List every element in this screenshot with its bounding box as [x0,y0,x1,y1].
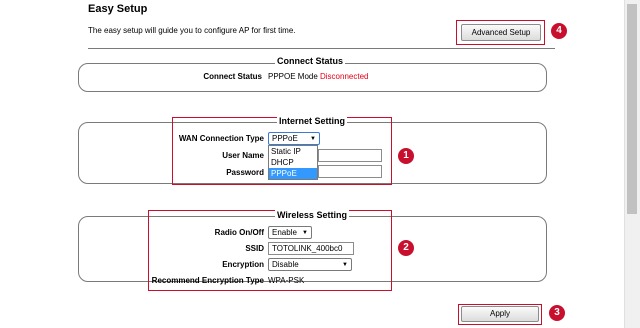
callout-badge-1: 1 [398,148,414,164]
radio-select[interactable]: Enable ▼ [268,226,312,239]
recommend-encryption-label: Recommend Encryption Type [151,276,264,285]
page-description: The easy setup will guide you to configu… [88,26,296,35]
callout-badge-4: 4 [551,23,567,39]
advanced-setup-button[interactable]: Advanced Setup [461,24,541,41]
encryption-select[interactable]: Disable ▼ [268,258,352,271]
wan-type-select[interactable]: PPPoE ▼ [268,132,320,145]
chevron-down-icon: ▼ [302,230,308,236]
wan-type-selected: PPPoE [272,134,298,143]
wireless-setting-legend: Wireless Setting [275,210,349,220]
apply-button[interactable]: Apply [461,306,539,322]
internet-setting-legend: Internet Setting [277,116,348,126]
wan-option-pppoe[interactable]: PPPoE [269,168,317,179]
chevron-down-icon: ▼ [342,262,348,268]
chevron-down-icon: ▼ [310,136,316,142]
connect-mode-value: PPPOE Mode [268,72,318,81]
callout-badge-3: 3 [549,305,565,321]
username-label: User Name [222,151,264,160]
encryption-selected: Disable [272,260,299,269]
username-input[interactable] [318,149,382,162]
password-label: Password [226,168,264,177]
connect-status-value: Disconnected [320,72,369,81]
ssid-label: SSID [245,244,264,253]
page-title: Easy Setup [88,3,148,15]
header-divider [88,48,555,49]
ssid-input[interactable]: TOTOLINK_400bc0 [268,242,354,255]
wan-option-static-ip[interactable]: Static IP [269,146,317,157]
wan-type-label: WAN Connection Type [178,134,264,143]
wan-type-dropdown: Static IP DHCP PPPoE [268,145,318,180]
wan-option-dhcp[interactable]: DHCP [269,157,317,168]
connect-status-label: Connect Status [203,72,262,81]
scrollbar-thumb[interactable] [627,4,637,214]
password-input[interactable] [318,165,382,178]
recommend-encryption-value: WPA-PSK [268,276,305,285]
encryption-label: Encryption [222,260,264,269]
callout-badge-2: 2 [398,240,414,256]
radio-selected: Enable [272,228,297,237]
radio-label: Radio On/Off [214,228,264,237]
connect-status-legend: Connect Status [275,56,346,66]
